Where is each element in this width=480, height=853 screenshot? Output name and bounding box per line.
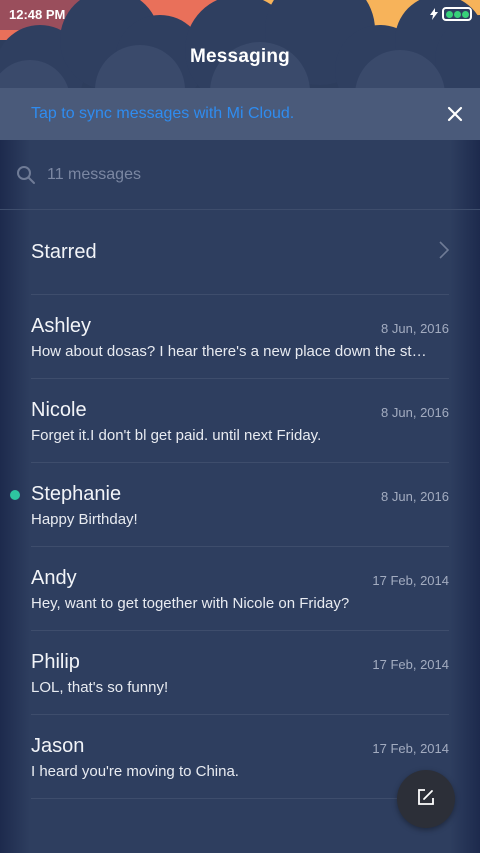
contact-name: Stephanie — [31, 483, 122, 505]
contact-name: Ashley — [31, 315, 92, 337]
message-date: 8 Jun, 2016 — [381, 489, 449, 504]
conversation-item[interactable]: Ashley 8 Jun, 2016 How about dosas? I he… — [31, 295, 449, 379]
search-bar[interactable]: 11 messages — [0, 140, 480, 210]
status-bar: 12:48 PM — [0, 0, 480, 28]
compose-button[interactable] — [397, 770, 455, 828]
starred-row[interactable]: Starred — [31, 210, 450, 295]
conversation-item[interactable]: Andy 17 Feb, 2014 Hey, want to get toget… — [31, 547, 449, 631]
conversation-item[interactable]: Stephanie 8 Jun, 2016 Happy Birthday! — [10, 463, 449, 547]
contact-name: Jason — [31, 735, 85, 757]
search-input[interactable]: 11 messages — [47, 166, 141, 184]
conversation-item[interactable]: Philip 17 Feb, 2014 LOL, that's so funny… — [31, 631, 449, 715]
message-preview: Happy Birthday! — [31, 511, 138, 528]
contact-name: Andy — [31, 567, 77, 589]
message-preview: Hey, want to get together with Nicole on… — [31, 595, 350, 612]
sync-banner[interactable]: Tap to sync messages with Mi Cloud. — [0, 88, 480, 140]
conversation-item[interactable]: Nicole 8 Jun, 2016 Forget it.I don't bl … — [31, 379, 449, 463]
charging-icon — [430, 8, 438, 20]
chevron-right-icon — [439, 240, 450, 264]
message-preview: Forget it.I don't bl get paid. until nex… — [31, 427, 322, 444]
message-date: 17 Feb, 2014 — [372, 741, 449, 756]
search-icon — [16, 165, 36, 185]
sync-banner-text[interactable]: Tap to sync messages with Mi Cloud. — [31, 105, 294, 123]
status-icons — [430, 7, 472, 21]
message-date: 17 Feb, 2014 — [372, 573, 449, 588]
message-date: 8 Jun, 2016 — [381, 405, 449, 420]
status-time: 12:48 PM — [9, 6, 66, 22]
compose-icon — [416, 787, 436, 812]
message-preview: I heard you're moving to China. — [31, 763, 239, 780]
message-date: 8 Jun, 2016 — [381, 321, 449, 336]
message-preview: LOL, that's so funny! — [31, 679, 169, 696]
starred-label: Starred — [31, 240, 97, 263]
contact-name: Philip — [31, 651, 80, 673]
message-preview: How about dosas? I hear there's a new pl… — [31, 343, 427, 360]
battery-icon — [442, 7, 472, 21]
message-date: 17 Feb, 2014 — [372, 657, 449, 672]
close-icon[interactable] — [444, 103, 466, 125]
page-title: Messaging — [190, 46, 290, 67]
messaging-screen: 12:48 PM Messaging Tap to sync messages … — [0, 0, 480, 853]
contact-name: Nicole — [31, 399, 87, 421]
unread-dot — [10, 490, 20, 500]
conversation-list: Ashley 8 Jun, 2016 How about dosas? I he… — [0, 295, 480, 799]
conversation-item[interactable]: Jason 17 Feb, 2014 I heard you're moving… — [31, 715, 449, 799]
